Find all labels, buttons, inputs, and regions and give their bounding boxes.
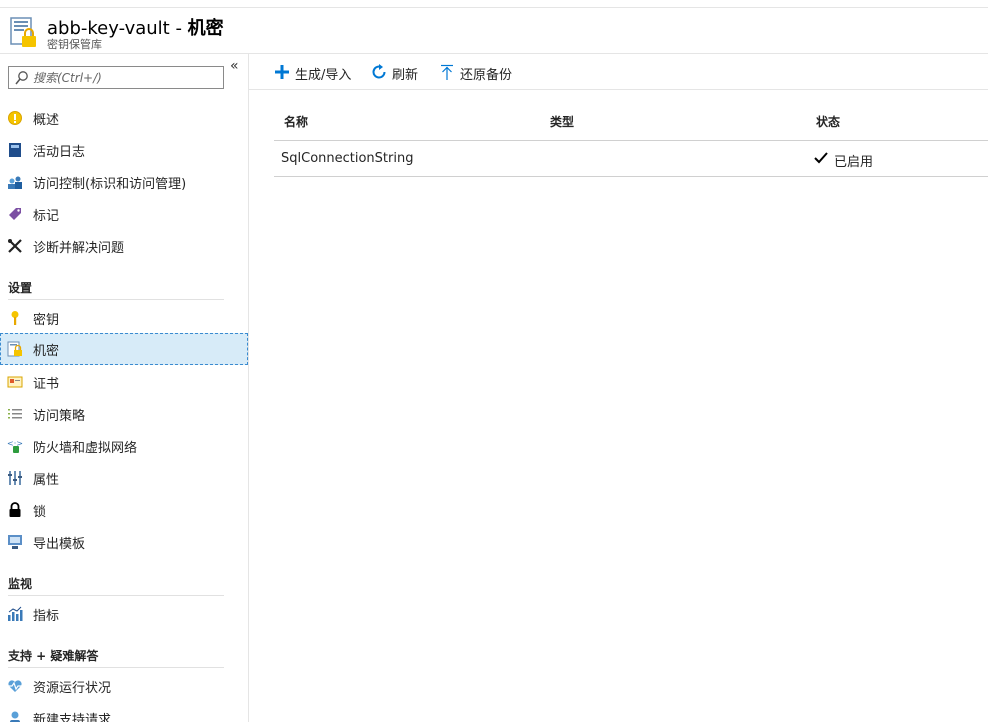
secret-status-cell: 已启用: [834, 155, 874, 170]
key-icon: [11, 311, 19, 325]
sidebar-item-properties[interactable]: 属性: [0, 462, 248, 494]
refresh-button[interactable]: 刷新: [371, 63, 421, 83]
generate-import-button[interactable]: 生成/导入: [274, 63, 354, 83]
refresh-icon: [372, 64, 386, 79]
blade-header: abb-key-vault - 机密 密钥保管库: [0, 9, 988, 54]
lock-icon: [9, 502, 21, 517]
sidebar-item-overview[interactable]: 概述: [0, 102, 248, 134]
sidebar-item-locks[interactable]: 锁: [0, 494, 248, 526]
sidebar-item-keys[interactable]: 密钥: [0, 302, 248, 334]
checkmark-icon: [814, 152, 828, 164]
tag-icon: [9, 208, 21, 220]
sidebar-item-secrets[interactable]: 机密: [0, 333, 248, 365]
top-strip: [0, 0, 988, 8]
access-control-icon: [8, 176, 22, 189]
activity-log-icon: [9, 143, 21, 157]
column-header-type[interactable]: 类型: [550, 113, 574, 130]
wrench-icon: [8, 239, 22, 253]
upload-arrow-icon: [441, 64, 453, 80]
sidebar-item-firewall[interactable]: <·> 防火墙和虚拟网络: [0, 430, 248, 462]
column-header-status[interactable]: 状态: [816, 113, 840, 130]
policy-list-icon: [8, 409, 22, 419]
secret-name-cell: SqlConnectionString: [281, 151, 414, 166]
restore-backup-button[interactable]: 还原备份: [439, 63, 514, 83]
page-subtitle: 密钥保管库: [47, 38, 102, 51]
support-person-icon: [10, 711, 20, 722]
sidebar-item-access-control[interactable]: 访问控制(标识和访问管理): [0, 166, 248, 198]
main-content: 生成/导入 刷新 还原备份 名称 类型 状态 SqlConnectionStri…: [249, 54, 988, 722]
section-settings: 设置: [8, 276, 224, 300]
metrics-icon: [8, 606, 23, 621]
section-monitoring: 监视: [8, 572, 224, 596]
network-icon: <·>: [7, 439, 23, 453]
sidebar-item-metrics[interactable]: 指标: [0, 598, 248, 630]
search-icon: [15, 71, 28, 85]
sidebar-item-diagnose[interactable]: 诊断并解决问题: [0, 230, 248, 262]
sidebar: « 概述 活动日志 访问控制(标识和访问管理) 标记: [0, 54, 249, 722]
section-support: 支持 + 疑难解答: [8, 644, 224, 668]
secret-icon: [7, 341, 22, 357]
plus-icon: [275, 65, 289, 79]
sidebar-item-resource-health[interactable]: 资源运行状况: [0, 670, 248, 702]
export-template-icon: [8, 535, 22, 549]
sidebar-item-new-support-request[interactable]: 新建支持请求: [0, 702, 248, 722]
table-header: 名称 类型 状态: [274, 106, 988, 141]
secrets-table: 名称 类型 状态 SqlConnectionString 已启用: [274, 106, 988, 177]
column-header-name[interactable]: 名称: [284, 113, 308, 130]
search-box[interactable]: [8, 66, 224, 89]
sidebar-item-tags[interactable]: 标记: [0, 198, 248, 230]
key-vault-icon: [10, 17, 36, 47]
properties-icon: [8, 471, 22, 485]
collapse-sidebar-button[interactable]: «: [230, 58, 239, 74]
sidebar-item-certificates[interactable]: 证书: [0, 366, 248, 398]
heart-icon: [8, 680, 22, 692]
sidebar-item-export-template[interactable]: 导出模板: [0, 526, 248, 558]
search-input[interactable]: [33, 69, 219, 86]
sidebar-item-activity-log[interactable]: 活动日志: [0, 134, 248, 166]
overview-icon: [8, 111, 22, 125]
sidebar-item-access-policies[interactable]: 访问策略: [0, 398, 248, 430]
table-row[interactable]: SqlConnectionString 已启用: [274, 141, 988, 177]
certificate-icon: [7, 376, 23, 388]
command-bar: 生成/导入 刷新 还原备份: [249, 54, 988, 90]
